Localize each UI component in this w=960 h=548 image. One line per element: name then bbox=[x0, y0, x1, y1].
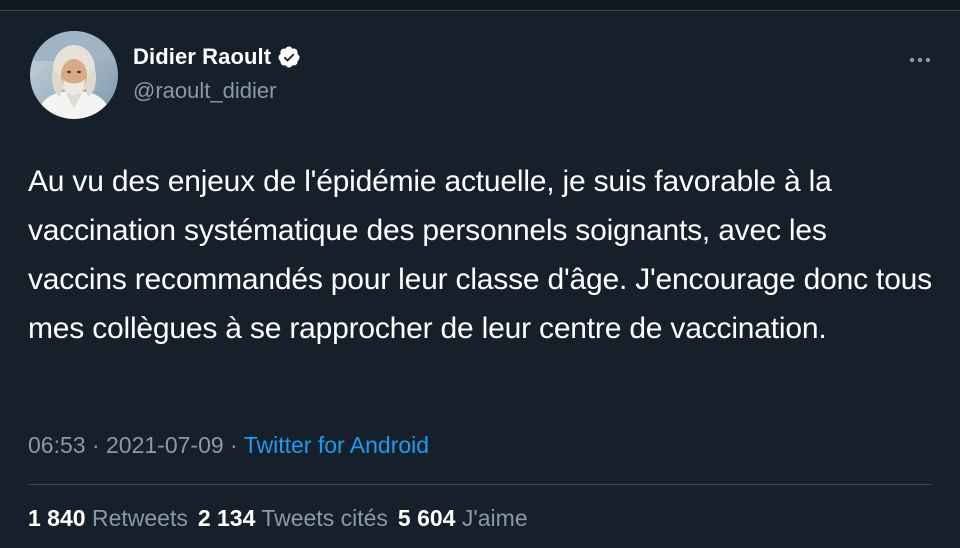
retweets-count: 1 840 bbox=[28, 505, 86, 531]
quotes-stat[interactable]: 2 134 Tweets cités bbox=[198, 505, 398, 531]
meta-separator: · bbox=[85, 432, 107, 458]
author-name-row[interactable]: Didier Raoult bbox=[133, 44, 301, 70]
likes-stat[interactable]: 5 604 J'aime bbox=[398, 505, 538, 531]
author-handle[interactable]: @raoult_didier bbox=[133, 78, 276, 104]
retweets-stat[interactable]: 1 840 Retweets bbox=[28, 505, 198, 531]
stats-divider bbox=[28, 484, 932, 485]
likes-count: 5 604 bbox=[397, 505, 456, 531]
verified-badge-icon bbox=[278, 46, 300, 68]
tweet-source-link[interactable]: Twitter for Android bbox=[244, 432, 429, 458]
avatar[interactable] bbox=[30, 31, 118, 119]
more-options-icon[interactable] bbox=[906, 50, 934, 70]
tweet-card: Didier Raoult @raoult_didier Au vu des e… bbox=[0, 0, 960, 548]
avatar-image bbox=[30, 31, 118, 119]
engagement-stats: 1 840 Retweets 2 134 Tweets cités 5 604 J'… bbox=[28, 505, 538, 532]
author-display-name[interactable]: Didier Raoult bbox=[133, 44, 271, 70]
tweet-text: Au vu des enjeux de l'épidémie actuelle,… bbox=[28, 165, 932, 345]
meta-separator: · bbox=[223, 432, 244, 458]
quotes-label: Tweets cités bbox=[261, 505, 388, 531]
tweet-date[interactable]: 2021-07-09 bbox=[106, 432, 224, 458]
quotes-count: 2 134 bbox=[197, 505, 256, 531]
tweet-meta: 06:53 · 2021-07-09 · Twitter for Android bbox=[28, 432, 429, 459]
likes-label: J'aime bbox=[461, 505, 528, 531]
retweets-label: Retweets bbox=[91, 505, 188, 531]
top-divider bbox=[0, 0, 960, 11]
tweet-time[interactable]: 06:53 bbox=[28, 432, 86, 458]
